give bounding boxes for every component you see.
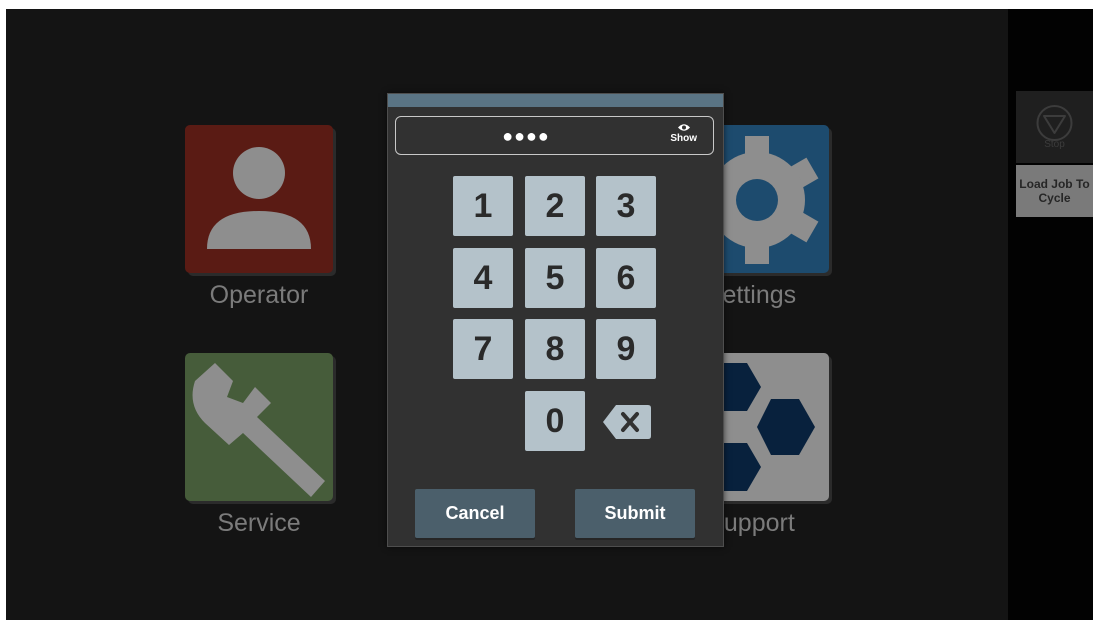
person-icon [207, 147, 311, 249]
key-9-label: 9 [616, 329, 636, 368]
key-2-label: 2 [545, 186, 565, 225]
key-2[interactable]: 2 [525, 176, 585, 236]
key-6-label: 6 [616, 258, 636, 297]
key-6[interactable]: 6 [596, 248, 656, 308]
load-job-label: Load Job To Cycle [1019, 177, 1090, 205]
key-8[interactable]: 8 [525, 319, 585, 379]
pin-input[interactable]: ●●●● Show [395, 116, 714, 155]
key-4[interactable]: 4 [453, 248, 513, 308]
key-1[interactable]: 1 [453, 176, 513, 236]
backspace-button[interactable] [602, 403, 652, 441]
cancel-label: Cancel [445, 503, 505, 523]
service-tile[interactable] [185, 353, 333, 501]
key-3[interactable]: 3 [596, 176, 656, 236]
dialog-header [388, 94, 723, 107]
key-0-label: 0 [545, 401, 565, 440]
key-3-label: 3 [616, 186, 636, 225]
key-5-label: 5 [545, 258, 565, 297]
wrench-icon [192, 363, 325, 497]
stop-label: Stop [1044, 139, 1065, 150]
show-label: Show [670, 133, 697, 144]
key-8-label: 8 [545, 329, 565, 368]
submit-label: Submit [604, 503, 666, 523]
key-1-label: 1 [473, 186, 493, 225]
key-7[interactable]: 7 [453, 319, 513, 379]
pin-value: ●●●● [502, 126, 550, 146]
key-7-label: 7 [473, 329, 493, 368]
load-job-to-cycle-button[interactable]: Load Job To Cycle [1016, 165, 1093, 217]
operator-label: Operator [209, 281, 309, 309]
show-pin-toggle[interactable]: Show [670, 123, 697, 144]
key-5[interactable]: 5 [525, 248, 585, 308]
stop-button[interactable]: Stop [1016, 91, 1093, 163]
submit-button[interactable]: Submit [575, 489, 695, 538]
service-label: Service [217, 509, 301, 537]
backspace-icon [603, 405, 651, 439]
cancel-button[interactable]: Cancel [415, 489, 535, 538]
key-0[interactable]: 0 [525, 391, 585, 451]
operator-tile[interactable] [185, 125, 333, 273]
key-4-label: 4 [473, 258, 493, 297]
key-9[interactable]: 9 [596, 319, 656, 379]
eye-icon [677, 124, 690, 131]
pin-dialog: ●●●● Show 1 2 3 4 5 6 7 8 9 0 Cancel Sub… [387, 93, 724, 547]
